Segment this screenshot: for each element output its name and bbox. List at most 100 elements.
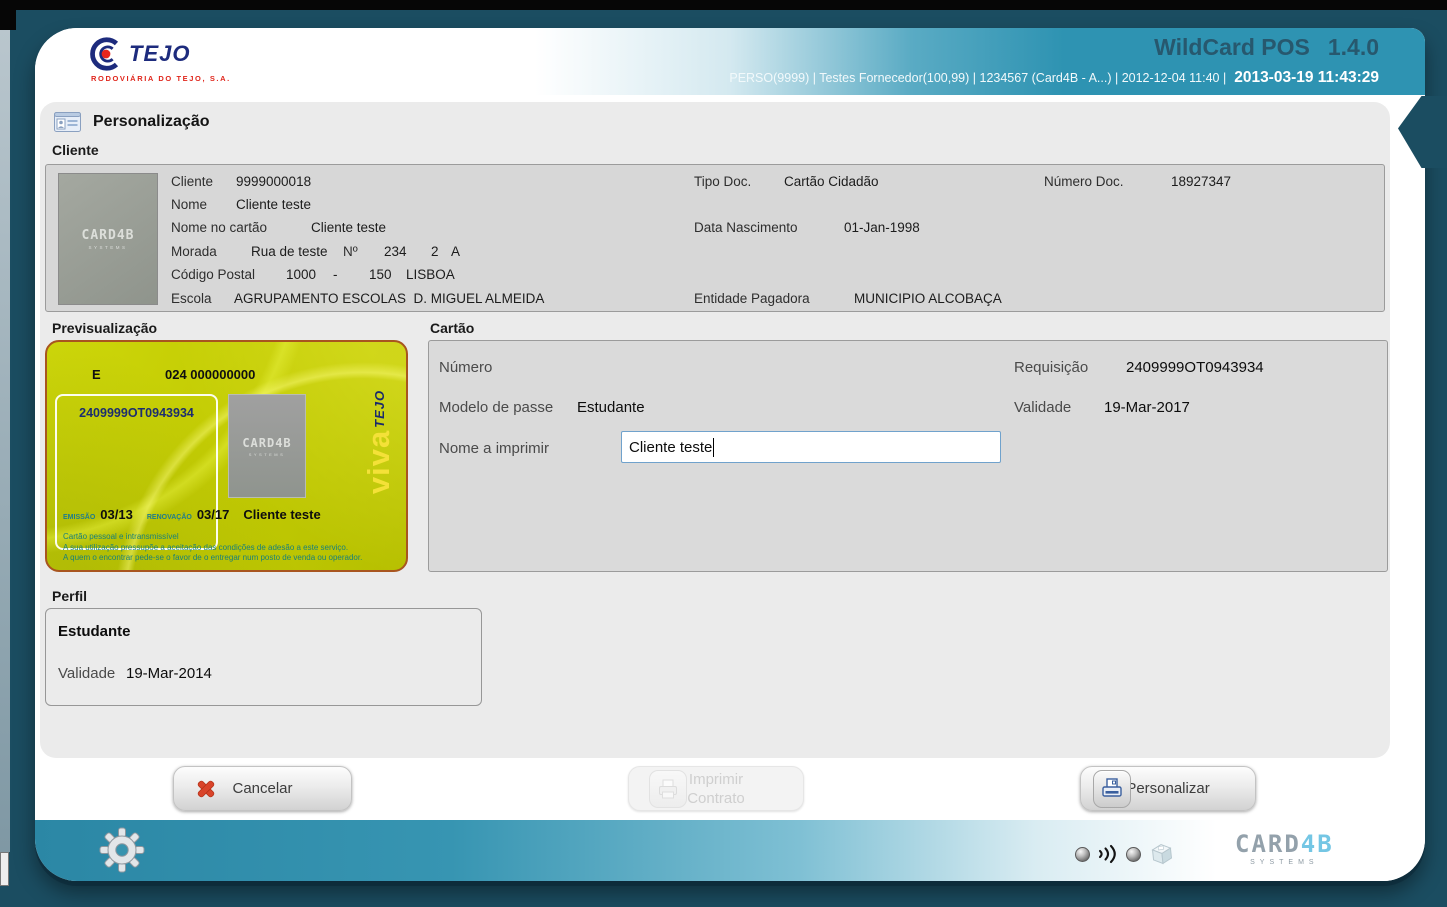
status-led-1 [1075,847,1090,862]
legal-line-2: A sua utilização pressupõe a aceitação d… [63,543,362,554]
device-status-group [1075,840,1176,868]
client-photo-systems-text: SYSTEMS [88,245,127,250]
viva-text: viva [364,430,394,494]
card4b-logo-text: CARD4B [242,436,291,450]
id-card-icon [54,112,81,132]
main-window: TEJO RODOVIÁRIA DO TEJO, S.A. WildCard P… [35,28,1425,881]
entidade-pagadora-label: Entidade Pagadora [694,291,810,306]
card-profile-code: E [92,367,101,382]
morada-label: Morada [171,244,217,259]
cp-separator: - [333,267,338,282]
modelo-passe-value: Estudante [577,399,645,416]
cp-city: LISBOA [406,267,455,282]
cartao-validade-value: 19-Mar-2017 [1104,399,1190,416]
client-photo-card4b-text: CARD4B [82,228,135,243]
name-to-print-value: Cliente teste [629,439,712,456]
numero-doc-label: Número Doc. [1044,174,1124,189]
personalize-button[interactable]: Personalizar [1080,766,1256,811]
footer-logo-4b: 4B [1301,830,1334,858]
application-background: TEJO RODOVIÁRIA DO TEJO, S.A. WildCard P… [0,0,1447,907]
signal-waves-icon [1097,844,1119,864]
perfil-groupbox: Estudante Validade 19-Mar-2014 [45,608,482,706]
card-legal-text: Cartão pessoal e intransmissível A sua u… [63,532,362,564]
footer-logo-systems: SYSTEMS [1235,859,1334,866]
nome-no-cartao-value: Cliente teste [311,220,386,235]
name-to-print-input[interactable]: Cliente teste [621,431,1001,463]
escola-value: AGRUPAMENTO ESCOLAS D. MIGUEL ALMEIDA [234,291,544,306]
tejo-c-mark-icon [87,35,125,73]
cancel-x-icon [194,777,218,801]
morada-door: A [451,244,460,259]
previsualizacao-section-label: Previsualização [52,320,157,336]
emissao-value: 03/13 [100,507,133,522]
perfil-nome: Estudante [58,623,131,640]
entidade-pagadora-value: MUNICIPIO ALCOBAÇA [854,291,1002,306]
client-photo: CARD4B SYSTEMS [58,173,158,305]
app-title: WildCard POS 1.4.0 [1154,34,1379,61]
card-number-box: 2409999OT0943934 [55,394,218,550]
printer-status-icon [1148,840,1176,868]
card-printer-icon [1093,770,1131,808]
brand-name: TEJO [129,41,190,67]
nome-imprimir-label: Nome a imprimir [439,440,549,457]
card4b-logo-icon: CARD4B SYSTEMS [228,394,306,498]
print-contract-label-line1: Imprimir [687,770,745,789]
morada-street: Rua de teste [251,244,328,259]
renovacao-value: 03/17 [197,507,230,522]
session-info: PERSO(9999) | Testes Fornecedor(100,99) … [729,71,1226,85]
app-version: 1.4.0 [1328,34,1379,61]
viva-tejo-text: TEJO [372,390,387,428]
background-window-edge [0,30,10,852]
cartao-groupbox: Número Modelo de passe Estudante Nome a … [428,340,1388,572]
nome-value: Cliente teste [236,197,311,212]
codigo-postal-label: Código Postal [171,267,255,282]
emissao-label: EMISSÃO [63,514,95,521]
morada-floor: 2 [431,244,439,259]
top-black-bar [0,0,1447,10]
cartao-section-label: Cartão [430,320,474,336]
window-header: TEJO RODOVIÁRIA DO TEJO, S.A. WildCard P… [35,28,1425,95]
requisicao-value: 2409999OT0943934 [1126,359,1264,376]
card-holder-name: Cliente teste [243,507,320,522]
morada-num: 234 [384,244,407,259]
card4b-footer-logo: CARD4B SYSTEMS [1235,830,1334,866]
session-bar: PERSO(9999) | Testes Fornecedor(100,99) … [729,69,1379,87]
cartao-numero-label: Número [439,359,492,376]
data-nascimento-label: Data Nascimento [694,220,798,235]
requisicao-label: Requisição [1014,359,1088,376]
morada-num-label: Nº [343,244,358,259]
cp4: 1000 [286,267,316,282]
personalization-panel: Personalização Cliente CARD4B SYSTEMS Cl… [40,102,1390,758]
window-footer: CARD4B SYSTEMS [35,820,1425,881]
cp3: 150 [369,267,392,282]
viva-tejo-logo: viva TEJO [357,362,401,522]
current-datetime: 2013-03-19 11:43:29 [1234,69,1379,87]
app-name: WildCard POS [1154,34,1310,61]
page-title-row: Personalização [54,112,210,132]
data-nascimento-value: 01-Jan-1998 [844,220,920,235]
page-title: Personalização [93,113,210,131]
card-dates-row: EMISSÃO 03/13 RENOVAÇÃO 03/17 Cliente te… [63,507,321,522]
cliente-section-label: Cliente [52,142,99,158]
tejo-logo: TEJO RODOVIÁRIA DO TEJO, S.A. [87,35,317,83]
perfil-validade-label: Validade [58,665,115,682]
perfil-section-label: Perfil [52,588,87,604]
cancel-button[interactable]: Cancelar [173,766,352,811]
nome-no-cartao-label: Nome no cartão [171,220,267,235]
print-contract-button[interactable]: Imprimir Contrato [628,766,804,811]
text-caret [713,438,714,457]
cartao-validade-label: Validade [1014,399,1071,416]
gear-icon[interactable] [99,827,145,873]
legal-line-1: Cartão pessoal e intransmissível [63,532,362,543]
cliente-number-label: Cliente [171,174,213,189]
print-contract-label-line2: Contrato [687,789,745,808]
numero-doc-value: 18927347 [1171,174,1231,189]
tipo-doc-value: Cartão Cidadão [784,174,879,189]
perfil-validade-value: 19-Mar-2014 [126,665,212,682]
card-number: 2409999OT0943934 [57,406,216,420]
background-window-fragment [0,852,9,886]
card4b-logo-subtext: SYSTEMS [249,452,286,457]
tipo-doc-label: Tipo Doc. [694,174,751,189]
print-contract-printer-icon [649,770,687,808]
legal-line-3: A quem o encontrar pede-se o favor de o … [63,553,362,564]
